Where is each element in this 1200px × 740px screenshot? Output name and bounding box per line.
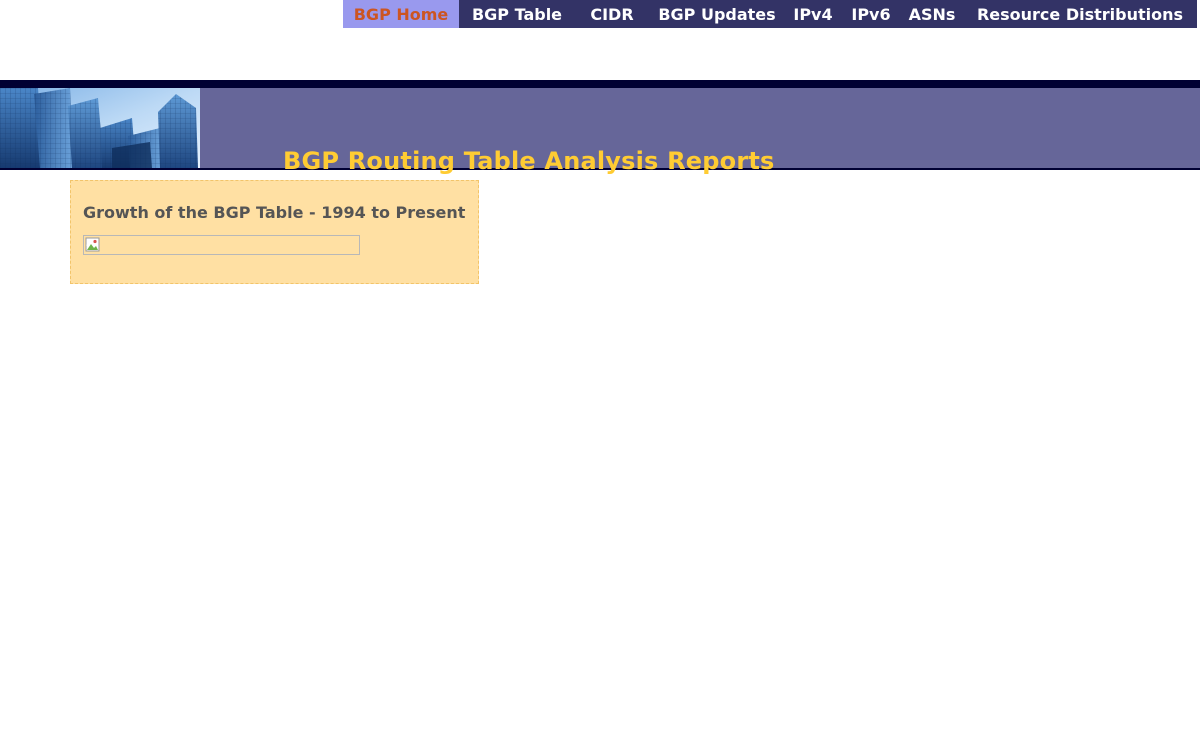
broken-image-icon bbox=[85, 237, 100, 252]
city-buildings-image bbox=[0, 88, 200, 168]
page-title: BGP Routing Table Analysis Reports bbox=[283, 147, 775, 175]
page: BGP Home BGP Table CIDR BGP Updates IPv4… bbox=[0, 0, 1200, 740]
nav-item-bgp-home[interactable]: BGP Home bbox=[343, 0, 459, 28]
growth-chart-image[interactable] bbox=[83, 235, 360, 255]
nav-item-cidr[interactable]: CIDR bbox=[575, 0, 649, 28]
nav-item-bgp-table[interactable]: BGP Table bbox=[459, 0, 575, 28]
nav-item-resource-distributions[interactable]: Resource Distributions bbox=[963, 0, 1197, 28]
banner-top-rule bbox=[0, 80, 1200, 88]
growth-panel: Growth of the BGP Table - 1994 to Presen… bbox=[70, 180, 479, 284]
nav-item-asns[interactable]: ASNs bbox=[901, 0, 963, 28]
nav-item-ipv6[interactable]: IPv6 bbox=[841, 0, 901, 28]
top-nav: BGP Home BGP Table CIDR BGP Updates IPv4… bbox=[343, 0, 1197, 28]
nav-item-ipv4[interactable]: IPv4 bbox=[785, 0, 841, 28]
growth-heading: Growth of the BGP Table - 1994 to Presen… bbox=[83, 203, 466, 222]
nav-item-bgp-updates[interactable]: BGP Updates bbox=[649, 0, 785, 28]
